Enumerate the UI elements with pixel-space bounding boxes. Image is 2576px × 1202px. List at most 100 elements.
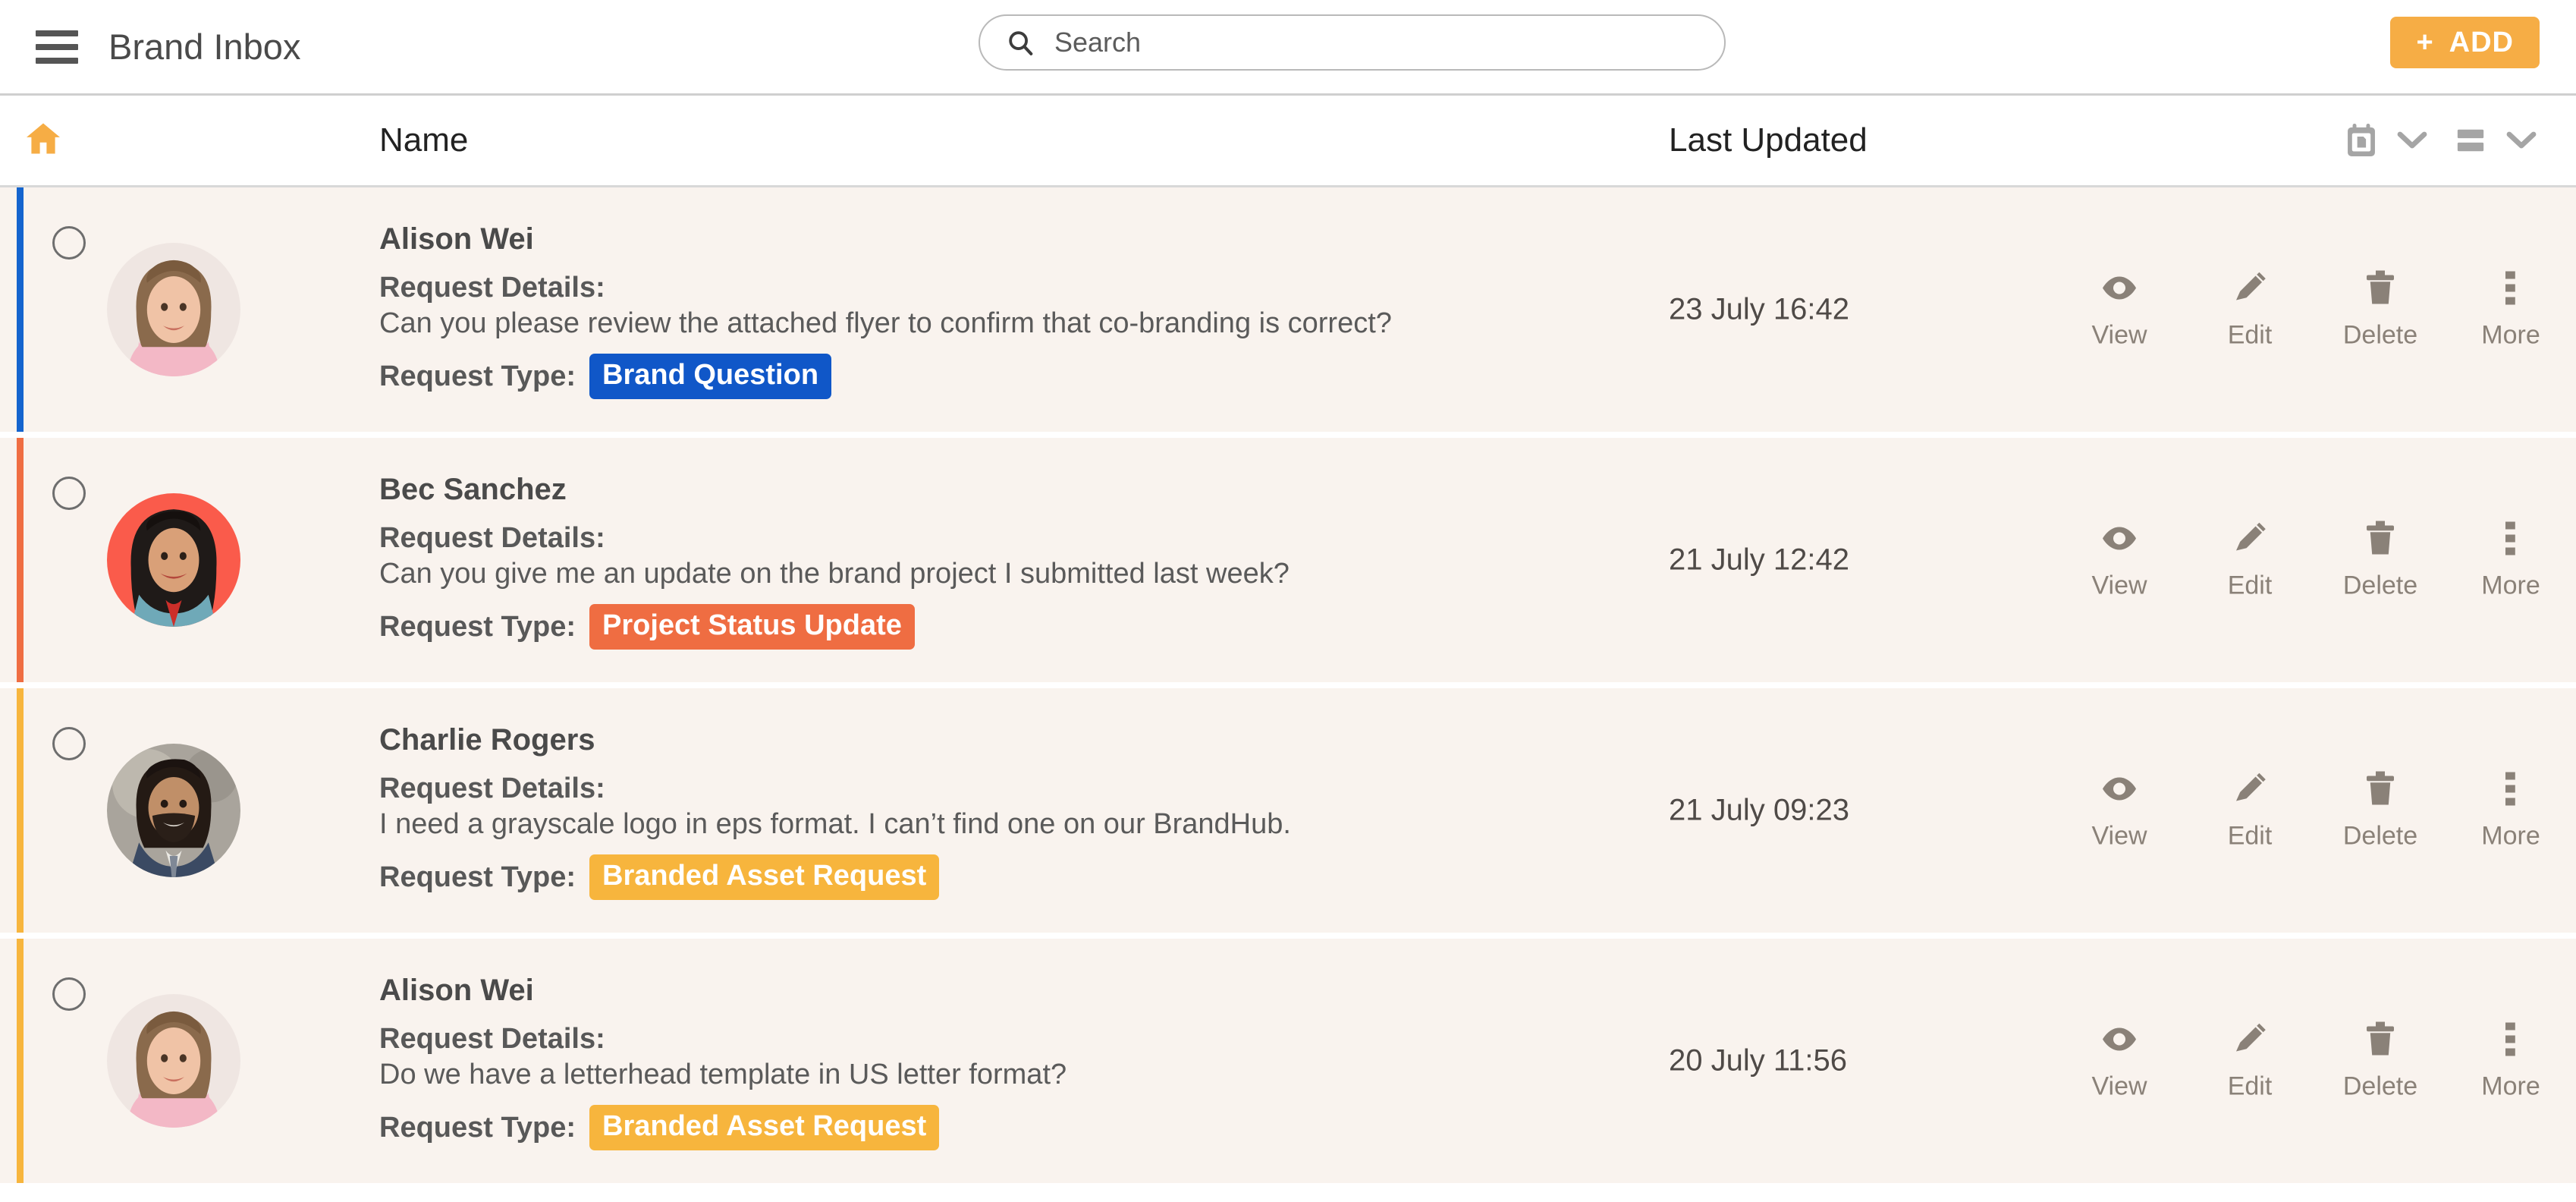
view-action-label: View [2091, 320, 2147, 350]
pencil-icon-glyph [2236, 272, 2266, 300]
avatar-charlie-rogers [107, 744, 240, 877]
table-row[interactable]: Bec Sanchez Request Details: Can you giv… [0, 438, 2576, 682]
row-last-updated: 20 July 11:56 [1669, 1043, 1847, 1078]
row-name: Charlie Rogers [379, 723, 595, 757]
pencil-icon [2233, 269, 2267, 307]
hamburger-bar [36, 43, 78, 50]
trash-icon [2365, 520, 2395, 558]
eye-icon [2101, 520, 2138, 558]
row-select-radio[interactable] [52, 977, 86, 1011]
view-action[interactable]: View [2089, 1021, 2150, 1102]
more-action[interactable]: More [2480, 269, 2541, 351]
home-icon-glyph [27, 123, 60, 154]
row-content: Bec Sanchez Request Details: Can you giv… [379, 473, 1623, 650]
pencil-icon-glyph [2236, 772, 2266, 801]
request-details-text: Can you give me an update on the brand p… [379, 558, 1290, 590]
trash-icon-glyph [2367, 1021, 2394, 1056]
list-rows-icon-glyph [2457, 129, 2484, 152]
row-actions: View Edit Delete More [2089, 770, 2541, 851]
view-action-label: View [2091, 1071, 2147, 1101]
more-action[interactable]: More [2480, 520, 2541, 601]
hamburger-menu-icon[interactable] [36, 30, 78, 64]
view-action[interactable]: View [2089, 520, 2150, 601]
view-chevron-down-icon[interactable] [2506, 131, 2537, 150]
avatar [107, 994, 240, 1128]
eye-icon-glyph [2103, 527, 2136, 550]
status-badge[interactable]: Branded Asset Request [589, 1105, 940, 1150]
delete-action-label: Delete [2342, 821, 2418, 851]
table-row[interactable]: Alison Wei Request Details: Do we have a… [0, 939, 2576, 1183]
add-button-label: ADD [2449, 26, 2514, 58]
pencil-icon-glyph [2236, 522, 2266, 551]
avatar [107, 243, 240, 376]
edit-action-label: Edit [2227, 320, 2273, 350]
view-action-label: View [2091, 821, 2147, 851]
edit-action-label: Edit [2227, 821, 2273, 851]
request-details-label: Request Details: [379, 772, 605, 804]
more-action[interactable]: More [2480, 770, 2541, 851]
more-action-label: More [2481, 1071, 2540, 1101]
eye-icon [2101, 770, 2138, 808]
row-last-updated: 21 July 09:23 [1669, 793, 1849, 827]
row-select-radio[interactable] [52, 477, 86, 510]
hamburger-bar [36, 57, 78, 64]
view-action[interactable]: View [2089, 770, 2150, 851]
search-icon [1009, 31, 1033, 55]
delete-action[interactable]: Delete [2343, 770, 2417, 851]
status-badge[interactable]: Project Status Update [589, 604, 915, 650]
trash-icon-glyph [2367, 771, 2394, 805]
calendar-document-icon[interactable] [2345, 123, 2377, 158]
list-rows-icon[interactable] [2455, 125, 2486, 156]
hamburger-bar [36, 30, 78, 36]
table-row[interactable]: Charlie Rogers Request Details: I need a… [0, 688, 2576, 933]
status-badge[interactable]: Branded Asset Request [589, 854, 940, 900]
avatar [107, 744, 240, 877]
edit-action[interactable]: Edit [2219, 520, 2280, 601]
delete-action[interactable]: Delete [2343, 520, 2417, 601]
add-button[interactable]: + ADD [2390, 17, 2540, 68]
chevron-down-icon [2397, 131, 2427, 149]
row-name: Alison Wei [379, 222, 534, 256]
view-action[interactable]: View [2089, 269, 2150, 351]
table-row[interactable]: Alison Wei Request Details: Can you plea… [0, 187, 2576, 432]
pencil-icon [2233, 1021, 2267, 1059]
calendar-sort-chevron-down-icon[interactable] [2397, 131, 2427, 150]
avatar [107, 493, 240, 627]
status-badge[interactable]: Brand Question [589, 354, 832, 399]
request-details-label: Request Details: [379, 272, 605, 304]
request-details-text: Do we have a letterhead template in US l… [379, 1059, 1067, 1090]
row-actions: View Edit Delete More [2089, 520, 2541, 601]
delete-action[interactable]: Delete [2343, 269, 2417, 351]
column-header-tools [2345, 123, 2537, 158]
more-vertical-icon [2505, 770, 2516, 808]
search-bar[interactable]: Search [979, 14, 1726, 71]
delete-action[interactable]: Delete [2343, 1021, 2417, 1102]
row-actions: View Edit Delete More [2089, 269, 2541, 351]
row-accent-bar [17, 688, 24, 933]
row-select-radio[interactable] [52, 727, 86, 760]
request-details-label: Request Details: [379, 522, 605, 554]
avatar-bec-sanchez [107, 493, 240, 627]
row-select-radio[interactable] [52, 226, 86, 260]
column-header-name[interactable]: Name [379, 121, 468, 159]
eye-icon [2101, 1021, 2138, 1059]
edit-action[interactable]: Edit [2219, 770, 2280, 851]
plus-icon: + [2416, 27, 2434, 58]
delete-action-label: Delete [2342, 1071, 2418, 1101]
search-input[interactable]: Search [979, 14, 1726, 71]
page-title: Brand Inbox [108, 27, 301, 67]
edit-action[interactable]: Edit [2219, 269, 2280, 351]
avatar-alison-wei [107, 243, 240, 376]
home-icon[interactable] [25, 122, 61, 159]
request-type-label: Request Type: [379, 1111, 576, 1144]
pencil-icon [2233, 520, 2267, 558]
eye-icon-glyph [2103, 777, 2136, 801]
trash-icon-glyph [2367, 270, 2394, 304]
delete-action-label: Delete [2342, 320, 2418, 350]
trash-icon [2365, 770, 2395, 808]
more-vertical-icon [2505, 520, 2516, 558]
request-type-label: Request Type: [379, 861, 576, 893]
edit-action[interactable]: Edit [2219, 1021, 2280, 1102]
more-action[interactable]: More [2480, 1021, 2541, 1102]
column-header-last-updated[interactable]: Last Updated [1669, 121, 1868, 159]
